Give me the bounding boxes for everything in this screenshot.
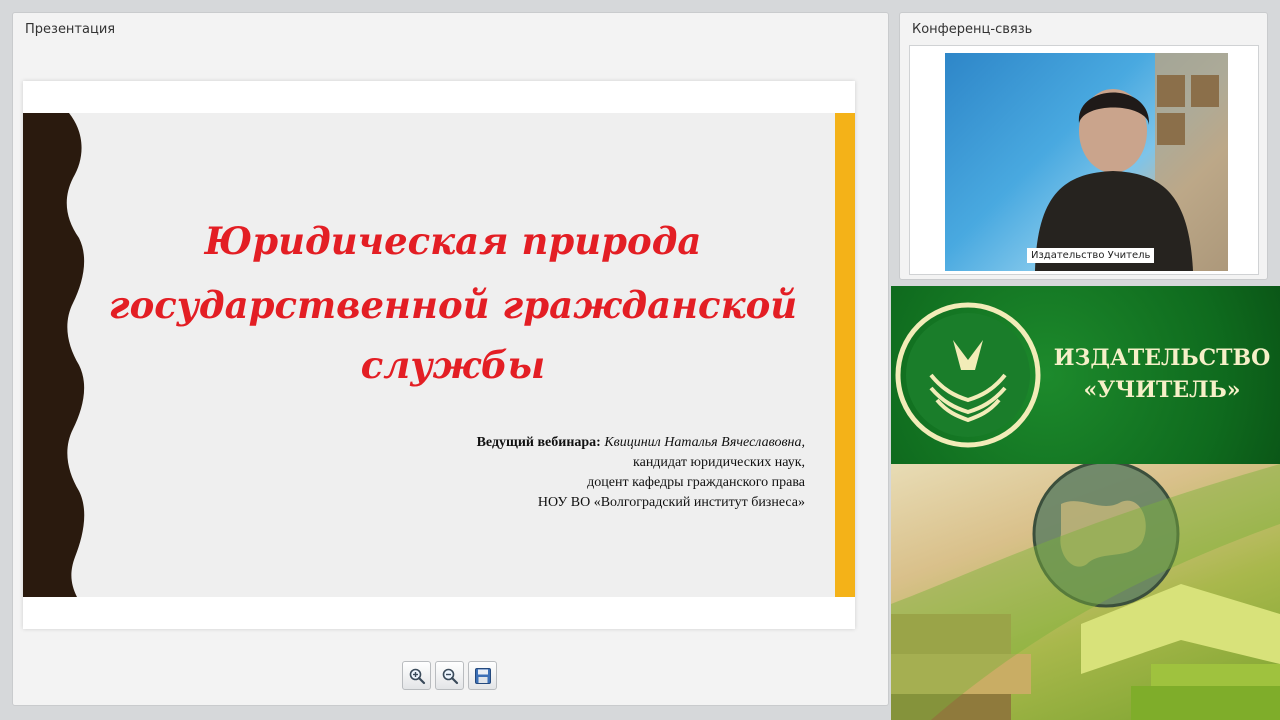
- save-icon: [474, 667, 491, 684]
- presentation-panel: Презентация Юридическая природа государс…: [12, 12, 889, 706]
- books-image: [891, 464, 1280, 720]
- participant-video[interactable]: Издательство Учитель: [945, 53, 1228, 271]
- presenter-label: Ведущий вебинара:: [476, 435, 601, 450]
- presenter-name: Квицинил Наталья Вячеславовна,: [604, 435, 805, 450]
- conference-panel: Конференц-связь Издательство Учитель: [899, 12, 1268, 280]
- publisher-logo-icon: [895, 302, 1041, 448]
- slide-title-line1: Юридическая природа: [204, 219, 702, 263]
- publisher-name-line1: ИЗДАТЕЛЬСТВО: [1053, 345, 1271, 371]
- books-globe-illustration: [891, 464, 1280, 720]
- presenter-info: Ведущий вебинара: Квицинил Наталья Вячес…: [477, 433, 805, 513]
- save-button[interactable]: [468, 661, 497, 690]
- publisher-name: ИЗДАТЕЛЬСТВО «УЧИТЕЛЬ»: [1051, 342, 1273, 406]
- slide: Юридическая природа государственной граж…: [23, 113, 855, 597]
- presenter-organization: НОУ ВО «Волгоградский институт бизнеса»: [537, 495, 805, 510]
- zoom-in-icon: [409, 668, 425, 684]
- participant-name: Издательство Учитель: [1027, 248, 1155, 263]
- zoom-in-button[interactable]: [402, 661, 431, 690]
- publisher-name-line2: «УЧИТЕЛЬ»: [1083, 377, 1241, 403]
- zoom-out-icon: [442, 668, 458, 684]
- video-frame: Издательство Учитель: [909, 45, 1259, 275]
- slide-toolbar: [402, 661, 497, 693]
- publisher-banner: ИЗДАТЕЛЬСТВО «УЧИТЕЛЬ»: [891, 286, 1280, 464]
- zoom-out-button[interactable]: [435, 661, 464, 690]
- speaker-silhouette: [1035, 53, 1228, 271]
- presentation-panel-title: Презентация: [25, 22, 116, 37]
- conference-panel-title: Конференц-связь: [912, 22, 1033, 37]
- slide-frame: Юридическая природа государственной граж…: [23, 81, 855, 629]
- presenter-degree: кандидат юридических наук,: [633, 455, 805, 470]
- slide-title-line2: государственной гражданской службы: [108, 283, 798, 387]
- presenter-position: доцент кафедры гражданского права: [587, 475, 805, 490]
